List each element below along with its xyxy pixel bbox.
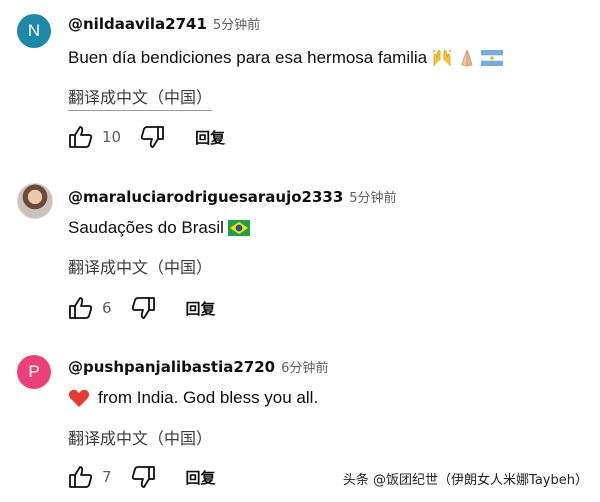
praying-hands-emoji	[457, 48, 477, 68]
like-icon[interactable]	[64, 293, 98, 323]
author-name[interactable]: @nildaavila2741	[68, 15, 207, 33]
raising-hands-emoji	[431, 48, 453, 68]
like-count: 6	[102, 299, 112, 317]
timestamp[interactable]: 6分钟前	[281, 357, 328, 376]
comment-header: @maraluciarodriguesaraujo2333 5分钟前	[68, 187, 397, 206]
comment-text: Saudações do Brasil	[68, 218, 250, 238]
reply-button[interactable]: 回复	[195, 127, 225, 148]
comment-actions: 7 回复	[64, 462, 216, 492]
watermark: 头条 @饭团纪世（伊朗女人米娜Taybeh）	[342, 473, 588, 488]
comment-actions: 6 回复	[64, 293, 216, 323]
translate-link[interactable]: 翻译成中文（中国）	[68, 84, 213, 111]
like-count: 10	[102, 128, 122, 146]
timestamp[interactable]: 5分钟前	[349, 187, 396, 206]
comment-text: Buen día bendiciones para esa hermosa fa…	[68, 48, 504, 68]
avatar[interactable]	[17, 183, 53, 219]
reply-button[interactable]: 回复	[186, 467, 216, 488]
comment-actions: 10 回复	[64, 122, 225, 152]
argentina-flag-emoji	[481, 50, 504, 66]
avatar[interactable]: N	[17, 14, 51, 48]
comment-header: @pushpanjalibastia2720 6分钟前	[68, 357, 328, 376]
like-icon[interactable]	[64, 122, 98, 152]
timestamp[interactable]: 5分钟前	[213, 14, 260, 33]
avatar[interactable]: P	[17, 355, 51, 389]
translate-link[interactable]: 翻译成中文（中国）	[68, 425, 212, 449]
dislike-icon[interactable]	[126, 462, 160, 492]
author-name[interactable]: @maraluciarodriguesaraujo2333	[68, 188, 343, 206]
like-count: 7	[102, 468, 112, 486]
dislike-icon[interactable]	[135, 122, 169, 152]
translate-link[interactable]: 翻译成中文（中国）	[68, 254, 212, 278]
red-heart-emoji	[68, 388, 90, 408]
author-name[interactable]: @pushpanjalibastia2720	[68, 358, 275, 376]
brazil-flag-emoji	[227, 220, 250, 236]
comment-header: @nildaavila2741 5分钟前	[68, 14, 260, 33]
like-icon[interactable]	[64, 462, 98, 492]
reply-button[interactable]: 回复	[186, 298, 216, 319]
comment-text: from India. God bless you all.	[68, 388, 318, 408]
dislike-icon[interactable]	[126, 293, 160, 323]
